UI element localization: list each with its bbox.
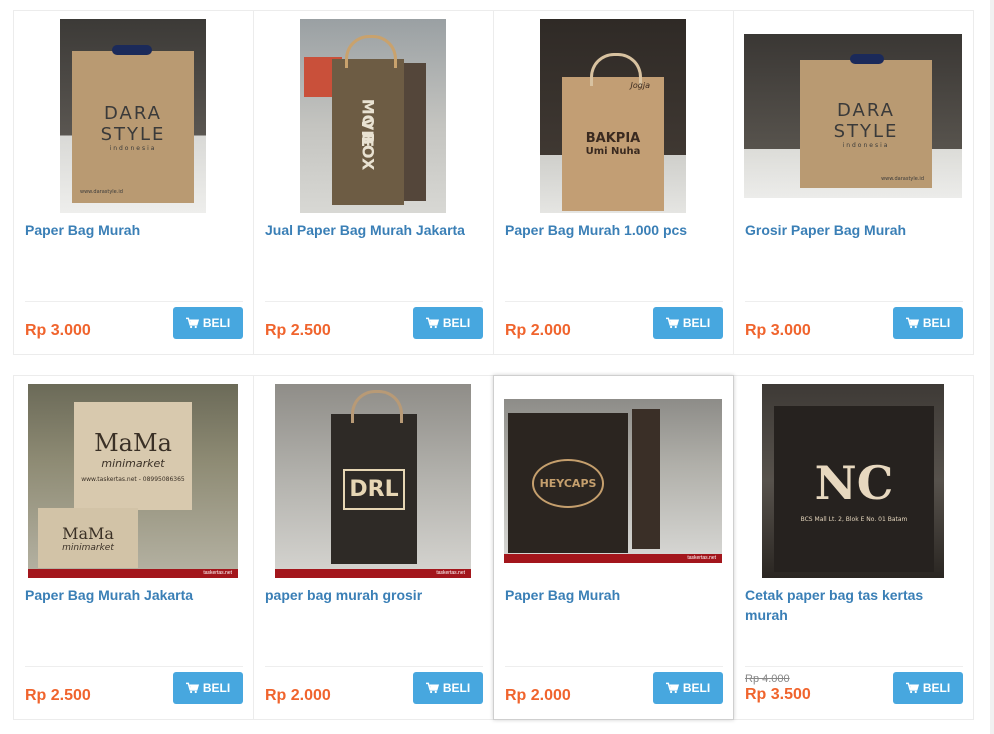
buy-label: BELI [682, 681, 711, 695]
scrollbar[interactable] [990, 0, 994, 734]
product-photo: DARA STYLE indonesia www.darastyle.id [744, 34, 962, 198]
buy-button[interactable]: BELI [893, 672, 963, 704]
product-card: DARA STYLE indonesia www.darastyle.id Gr… [733, 10, 974, 355]
original-price: Rp 4.000 [745, 673, 790, 685]
cart-icon [905, 682, 919, 694]
buy-button[interactable]: BELI [413, 672, 483, 704]
cart-icon [425, 682, 439, 694]
product-price: Rp 3.000 [25, 322, 91, 339]
product-price: Rp 2.500 [265, 322, 331, 339]
product-title-link[interactable]: Paper Bag Murah [505, 585, 723, 605]
product-price: Rp 3.500 [745, 686, 811, 703]
product-card: NC BCS Mall Lt. 2, Blok E No. 01 Batam C… [733, 375, 974, 720]
buy-label: BELI [202, 681, 231, 695]
buy-label: BELI [202, 316, 231, 330]
product-photo: NC BCS Mall Lt. 2, Blok E No. 01 Batam [762, 384, 944, 578]
product-image-link[interactable]: DRL taskertas.net [264, 384, 482, 578]
cart-icon [185, 317, 199, 329]
product-photo: DRL taskertas.net [275, 384, 471, 578]
product-image-link[interactable]: MO VIE BOX [264, 19, 482, 213]
product-title-link[interactable]: Paper Bag Murah Jakarta [25, 585, 243, 605]
divider [25, 301, 243, 302]
cart-icon [425, 317, 439, 329]
product-card: DRL taskertas.net paper bag murah grosir… [253, 375, 494, 720]
cart-icon [665, 317, 679, 329]
buy-button[interactable]: BELI [893, 307, 963, 339]
cart-icon [185, 682, 199, 694]
product-price: Rp 2.000 [265, 687, 331, 704]
product-title-link[interactable]: paper bag murah grosir [265, 585, 483, 605]
product-image-link[interactable]: Jogja BAKPIA Umi Nuha [504, 19, 722, 213]
product-photo: HEYCAPS taskertas.net [504, 399, 722, 563]
product-price: Rp 2.500 [25, 687, 91, 704]
divider [505, 301, 723, 302]
product-card: HEYCAPS taskertas.net Paper Bag Murah Rp… [493, 375, 734, 720]
cart-icon [665, 682, 679, 694]
product-photo: Jogja BAKPIA Umi Nuha [540, 19, 686, 213]
product-card: MaMa minimarket www.taskertas.net - 0899… [13, 375, 254, 720]
divider [505, 666, 723, 667]
divider [745, 301, 963, 302]
product-title-link[interactable]: Paper Bag Murah [25, 220, 243, 240]
buy-label: BELI [442, 316, 471, 330]
buy-button[interactable]: BELI [173, 307, 243, 339]
buy-button[interactable]: BELI [653, 307, 723, 339]
product-photo: MaMa minimarket www.taskertas.net - 0899… [28, 384, 238, 578]
buy-button[interactable]: BELI [413, 307, 483, 339]
product-image-link[interactable]: DARA STYLE indonesia www.darastyle.id [24, 19, 242, 213]
product-title-link[interactable]: Cetak paper bag tas kertas murah [745, 585, 963, 625]
product-card: Jogja BAKPIA Umi Nuha Paper Bag Murah 1.… [493, 10, 734, 355]
product-card: MO VIE BOX Jual Paper Bag Murah Jakarta … [253, 10, 494, 355]
divider [265, 666, 483, 667]
divider [25, 666, 243, 667]
product-image-link[interactable]: NC BCS Mall Lt. 2, Blok E No. 01 Batam [744, 384, 962, 578]
buy-button[interactable]: BELI [653, 672, 723, 704]
divider [745, 666, 963, 667]
divider [265, 301, 483, 302]
product-image-link[interactable]: DARA STYLE indonesia www.darastyle.id [744, 19, 962, 213]
product-grid: DARA STYLE indonesia www.darastyle.id Pa… [13, 10, 974, 720]
product-card: DARA STYLE indonesia www.darastyle.id Pa… [13, 10, 254, 355]
buy-label: BELI [922, 316, 951, 330]
product-title-link[interactable]: Paper Bag Murah 1.000 pcs [505, 220, 723, 240]
cart-icon [905, 317, 919, 329]
buy-label: BELI [682, 316, 711, 330]
buy-label: BELI [442, 681, 471, 695]
product-title-link[interactable]: Grosir Paper Bag Murah [745, 220, 963, 240]
product-image-link[interactable]: MaMa minimarket www.taskertas.net - 0899… [24, 384, 242, 578]
product-price: Rp 2.000 [505, 687, 571, 704]
product-image-link[interactable]: HEYCAPS taskertas.net [504, 384, 722, 578]
product-photo: DARA STYLE indonesia www.darastyle.id [60, 19, 206, 213]
product-price: Rp 2.000 [505, 322, 571, 339]
product-price: Rp 3.000 [745, 322, 811, 339]
product-photo: MO VIE BOX [300, 19, 446, 213]
buy-button[interactable]: BELI [173, 672, 243, 704]
product-title-link[interactable]: Jual Paper Bag Murah Jakarta [265, 220, 483, 240]
buy-label: BELI [922, 681, 951, 695]
